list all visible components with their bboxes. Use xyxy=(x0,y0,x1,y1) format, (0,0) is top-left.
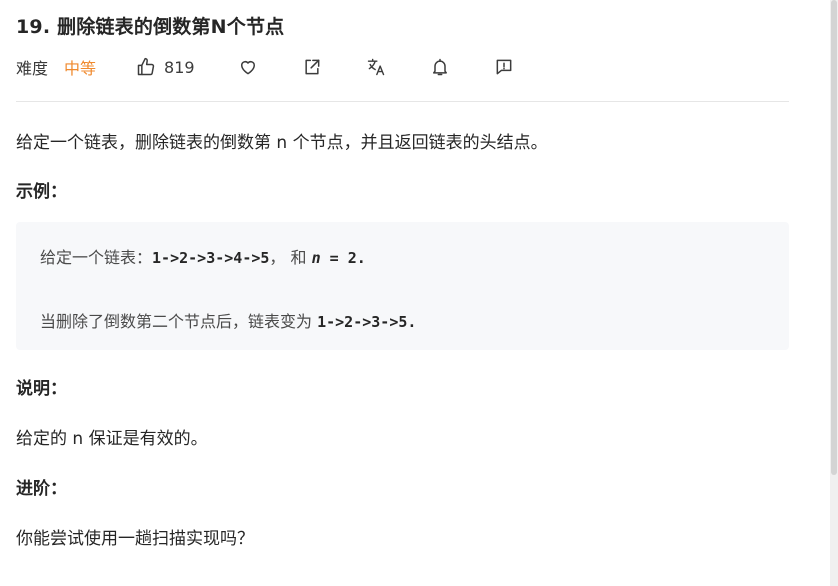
subscribe-button[interactable] xyxy=(427,54,453,80)
difficulty-value: 中等 xyxy=(64,59,97,78)
problem-title: 19. 删除链表的倒数第N个节点 xyxy=(16,16,285,38)
example-block: 给定一个链表：1->2->3->4->5， 和 n = 2. 当删除了倒数第二个… xyxy=(16,222,789,350)
thumbs-up-icon xyxy=(137,57,155,76)
scrollbar-track[interactable] xyxy=(830,0,838,586)
translate-icon xyxy=(367,58,384,76)
share-button[interactable] xyxy=(299,54,325,80)
example-input-list: 1->2->3->4->5 xyxy=(152,249,270,267)
divider xyxy=(16,101,789,102)
feedback-button[interactable] xyxy=(491,54,517,80)
note-heading: 说明： xyxy=(16,379,67,399)
example-var-n: n xyxy=(311,249,321,267)
feedback-icon xyxy=(496,59,511,75)
problem-description: 给定一个链表，删除链表的倒数第 n 个节点，并且返回链表的头结点。 xyxy=(16,133,548,153)
example-line-1: 给定一个链表：1->2->3->4->5， 和 n = 2. xyxy=(40,244,366,268)
like-count: 819 xyxy=(164,57,195,77)
translate-button[interactable] xyxy=(363,54,389,80)
example-and-text: ， 和 xyxy=(269,248,312,267)
example-output-list: 1->2->3->5. xyxy=(317,313,417,331)
bell-icon xyxy=(432,58,447,76)
example-input-text: 给定一个链表： xyxy=(40,248,153,267)
note-text: 给定的 n 保证是有效的。 xyxy=(16,429,208,449)
example-heading: 示例： xyxy=(16,182,67,202)
difficulty-label: 难度 xyxy=(16,59,49,78)
share-icon xyxy=(304,59,319,75)
advanced-heading: 进阶： xyxy=(16,479,67,499)
problem-toolbar: 难度 中等 819 xyxy=(16,54,776,80)
advanced-text: 你能尝试使用一趟扫描实现吗？ xyxy=(16,529,254,549)
favorite-button[interactable] xyxy=(235,54,261,80)
heart-icon xyxy=(240,61,255,75)
example-line-2: 当删除了倒数第二个节点后，链表变为 1->2->3->5. xyxy=(40,308,416,332)
example-output-text: 当删除了倒数第二个节点后，链表变为 xyxy=(40,312,318,331)
example-var-value: = 2. xyxy=(320,249,366,267)
scrollbar-thumb[interactable] xyxy=(831,0,837,475)
like-button[interactable]: 819 xyxy=(136,54,195,80)
